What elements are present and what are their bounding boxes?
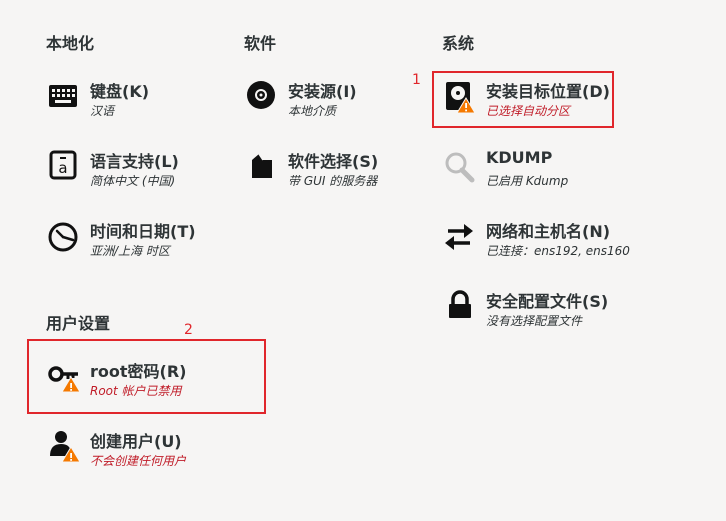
- annotation-number-1: 1: [412, 72, 421, 88]
- user-warning-icon: [50, 431, 80, 463]
- annotation-number-2: 2: [184, 322, 193, 338]
- spoke-language[interactable]: a 语言支持(L) 简体中文 (中国): [46, 148, 226, 196]
- spoke-status: 简体中文 (中国): [90, 174, 176, 188]
- keyboard-icon: [49, 85, 77, 107]
- category-localization: 本地化: [46, 34, 95, 53]
- category-software: 软件: [244, 34, 277, 53]
- language-icon: a: [49, 150, 77, 180]
- spoke-status: 没有选择配置文件: [486, 314, 583, 328]
- spoke-kdump[interactable]: KDUMP 已启用 Kdump: [442, 148, 622, 196]
- disc-icon: [247, 81, 275, 109]
- spoke-status: 汉语: [90, 104, 115, 118]
- spoke-title: 安全配置文件(S): [486, 292, 609, 311]
- spoke-install-source[interactable]: 安装源(I) 本地介质: [244, 78, 424, 126]
- lock-icon: [449, 290, 471, 318]
- spoke-software-selection[interactable]: 软件选择(S) 带 GUI 的服务器: [244, 148, 424, 196]
- spoke-status: 已连接：ens192, ens160: [486, 244, 630, 258]
- category-system: 系统: [442, 34, 475, 53]
- spoke-network[interactable]: 网络和主机名(N) 已连接：ens192, ens160: [442, 218, 630, 266]
- spoke-status: 本地介质: [288, 104, 337, 118]
- spoke-title: 网络和主机名(N): [486, 222, 611, 241]
- package-icon: [252, 153, 272, 178]
- clock-icon: [48, 222, 78, 252]
- spoke-datetime[interactable]: 时间和日期(T) 亚洲/上海 时区: [46, 218, 226, 266]
- spoke-keyboard[interactable]: 键盘(K) 汉语: [46, 78, 226, 126]
- annotation-box-1: [432, 71, 614, 128]
- spoke-create-user[interactable]: 创建用户(U) 不会创建任何用户: [46, 428, 226, 476]
- spoke-title: 时间和日期(T): [90, 222, 196, 241]
- spoke-status: 不会创建任何用户: [90, 454, 187, 468]
- spoke-title: KDUMP: [486, 148, 553, 167]
- spoke-title: 创建用户(U): [90, 432, 182, 451]
- spoke-title: 语言支持(L): [90, 152, 179, 171]
- spoke-security-profile[interactable]: 安全配置文件(S) 没有选择配置文件: [442, 288, 622, 336]
- spoke-title: 安装源(I): [288, 82, 357, 101]
- svg-text:a: a: [58, 159, 67, 177]
- annotation-box-2: [27, 339, 266, 414]
- spoke-status: 亚洲/上海 时区: [90, 244, 170, 258]
- category-user-settings: 用户设置: [46, 314, 111, 333]
- spoke-status: 已启用 Kdump: [486, 174, 569, 188]
- magnifier-icon: [445, 152, 475, 183]
- spoke-title: 软件选择(S): [288, 152, 379, 171]
- network-arrows-icon: [445, 224, 473, 250]
- spoke-status: 带 GUI 的服务器: [288, 174, 378, 188]
- spoke-title: 键盘(K): [90, 82, 150, 101]
